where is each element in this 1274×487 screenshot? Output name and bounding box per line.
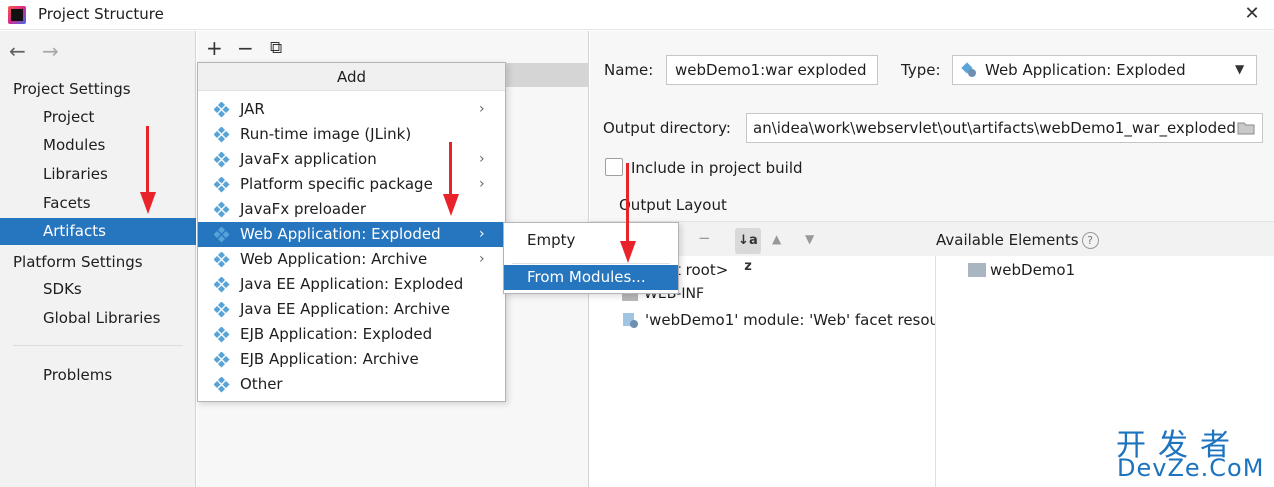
sidebar-item-facets[interactable]: Facets: [0, 190, 196, 217]
artifact-type-icon: [214, 352, 230, 368]
move-down-icon[interactable]: ▼: [805, 232, 814, 246]
add-icon[interactable]: +: [206, 36, 223, 60]
add-menu-item[interactable]: Web Application: Exploded ›: [198, 222, 505, 247]
sidebar-item-libraries[interactable]: Libraries: [0, 161, 196, 188]
submenu-item-from-modules[interactable]: From Modules...: [504, 265, 678, 290]
add-menu-item[interactable]: Other: [198, 372, 505, 397]
add-menu-item-label: JavaFx preloader: [240, 200, 366, 218]
module-folder-icon: [968, 263, 986, 277]
platform-settings-header: Platform Settings: [13, 253, 143, 271]
add-artifact-menu: Add JAR › Run-time image (JLink) JavaFx app…: [197, 62, 506, 402]
output-directory-input[interactable]: an\idea\work\webservlet\out\artifacts\we…: [746, 113, 1263, 143]
add-menu-item[interactable]: JavaFx application ›: [198, 147, 505, 172]
add-menu-item-label: Platform specific package: [240, 175, 433, 193]
add-menu-item[interactable]: JAR ›: [198, 97, 505, 122]
output-directory-label: Output directory:: [603, 119, 731, 137]
add-menu-item[interactable]: Run-time image (JLink): [198, 122, 505, 147]
artifact-type-icon: [214, 177, 230, 193]
add-menu-item-label: Java EE Application: Exploded: [240, 275, 464, 293]
artifact-type-icon: [214, 202, 230, 218]
type-select-value: Web Application: Exploded: [985, 61, 1186, 79]
artifact-type-icon: [214, 302, 230, 318]
artifact-type-icon: [214, 277, 230, 293]
add-menu-item-label: EJB Application: Exploded: [240, 325, 433, 343]
submenu-item-empty[interactable]: Empty: [504, 228, 678, 253]
add-menu-header: Add: [198, 63, 505, 91]
artifact-type-icon: [214, 227, 230, 243]
add-menu-item-label: Java EE Application: Archive: [240, 300, 450, 318]
window-title: Project Structure: [38, 5, 164, 23]
artifact-type-icon: [214, 152, 230, 168]
include-in-build-checkbox[interactable]: [605, 158, 623, 176]
chevron-right-icon: ›: [479, 251, 485, 267]
sidebar-item-project[interactable]: Project: [0, 104, 196, 131]
title-bar: [0, 0, 1274, 30]
folder-browse-icon[interactable]: [1237, 120, 1255, 135]
artifact-type-icon: [214, 102, 230, 118]
close-icon[interactable]: ✕: [1240, 2, 1264, 26]
add-menu-item-label: Other: [240, 375, 283, 393]
add-menu-item-label: Web Application: Exploded: [240, 225, 441, 243]
add-menu-item-label: JAR: [240, 100, 265, 118]
forward-arrow-icon[interactable]: →: [42, 39, 59, 63]
artifact-type-icon: [214, 327, 230, 343]
sidebar-item-modules[interactable]: Modules: [0, 132, 196, 159]
available-module-webdemo1[interactable]: webDemo1: [990, 261, 1075, 279]
sidebar-item-artifacts[interactable]: Artifacts: [0, 218, 196, 245]
artifact-type-icon: [214, 252, 230, 268]
add-menu-item[interactable]: Java EE Application: Archive: [198, 297, 505, 322]
artifact-type-icon: [214, 377, 230, 393]
chevron-right-icon: ›: [479, 176, 485, 192]
type-select[interactable]: Web Application: Exploded: [952, 55, 1257, 85]
add-menu-item-label: EJB Application: Archive: [240, 350, 419, 368]
output-layout-toolbar: [590, 222, 1274, 256]
chevron-right-icon: ›: [479, 226, 485, 242]
available-elements-text: Available Elements: [936, 231, 1079, 249]
chevron-right-icon: ›: [479, 101, 485, 117]
name-input[interactable]: webDemo1:war exploded: [666, 55, 878, 85]
add-menu-item-label: Run-time image (JLink): [240, 125, 412, 143]
sidebar-item-problems[interactable]: Problems: [0, 362, 196, 389]
available-elements-divider: [935, 256, 936, 487]
add-menu-item[interactable]: Java EE Application: Exploded: [198, 272, 505, 297]
move-up-icon[interactable]: ▲: [772, 232, 781, 246]
intellij-app-icon: [8, 6, 26, 24]
tree-web-facet-node[interactable]: 'webDemo1' module: 'Web' facet resour: [645, 311, 935, 329]
add-menu-item[interactable]: EJB Application: Exploded: [198, 322, 505, 347]
web-facet-icon: [623, 313, 638, 328]
include-in-build-label: Include in project build: [631, 159, 803, 177]
add-menu-item-label: JavaFx application: [240, 150, 377, 168]
sidebar-item-global-libraries[interactable]: Global Libraries: [0, 305, 196, 332]
add-menu-item-label: Web Application: Archive: [240, 250, 428, 268]
tree-root-node[interactable]: t root>: [675, 261, 728, 279]
chevron-right-icon: ›: [479, 151, 485, 167]
type-dropdown-chevron-icon[interactable]: ▼: [1235, 62, 1244, 76]
layout-remove-icon[interactable]: −: [698, 229, 711, 247]
copy-icon[interactable]: ⧉: [270, 38, 282, 58]
output-layout-label: Output Layout: [619, 196, 727, 214]
add-menu-item[interactable]: Web Application: Archive ›: [198, 247, 505, 272]
add-menu-item[interactable]: EJB Application: Archive: [198, 347, 505, 372]
help-icon[interactable]: ?: [1081, 232, 1099, 249]
remove-icon[interactable]: −: [237, 36, 254, 60]
sort-icon[interactable]: ↓a z: [735, 228, 761, 274]
web-exploded-submenu: Empty From Modules...: [503, 222, 679, 294]
web-app-icon: [961, 62, 976, 77]
type-label: Type:: [901, 61, 941, 79]
available-elements-label: Available Elements?: [936, 231, 1099, 249]
watermark-domain: DevZe.CoM: [1117, 454, 1265, 482]
project-settings-header: Project Settings: [13, 80, 131, 98]
artifact-type-icon: [214, 127, 230, 143]
submenu-divider: [512, 263, 670, 264]
name-label: Name:: [604, 61, 654, 79]
nav-divider: [13, 345, 183, 346]
back-arrow-icon[interactable]: ←: [9, 39, 26, 63]
sidebar-item-sdks[interactable]: SDKs: [0, 276, 196, 303]
